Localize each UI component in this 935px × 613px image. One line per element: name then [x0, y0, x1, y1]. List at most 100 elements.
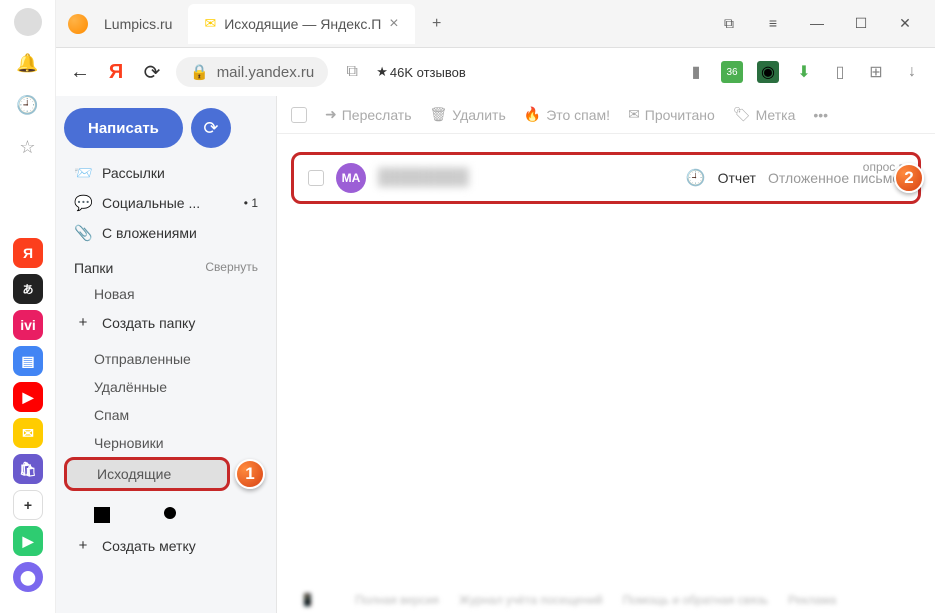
bell-icon[interactable]: 🔔 [13, 48, 43, 78]
callout-1: 1 [235, 459, 265, 489]
callout-2: 2 [894, 163, 924, 193]
tab-favicon-orange [68, 14, 88, 34]
browser-tab-bar: Lumpics.ru ✉ Исходящие — Яндекс.П × + ⧉ … [0, 0, 935, 48]
message-subject: Отчет [718, 170, 756, 186]
tabs-overview-icon[interactable]: ⧉ [719, 15, 739, 32]
yandex-app-icon[interactable]: Я [13, 238, 43, 268]
label-button[interactable]: 🏷Метка [733, 106, 796, 123]
social-icon: 💬 [74, 194, 92, 212]
sender-avatar: МА [336, 163, 366, 193]
close-window-icon[interactable]: ✕ [895, 15, 915, 32]
external-link-icon[interactable]: ⧉ [340, 63, 364, 81]
message-row[interactable]: МА ████████ 🕘 Отчет Отложенное письмо! 2 [291, 152, 921, 204]
menu-icon[interactable]: ≡ [763, 15, 783, 32]
footer-links: 📱Полная версияЖурнал учёта посещенийПомо… [300, 593, 915, 607]
star-filled-icon: ★ [376, 64, 388, 80]
reload-icon[interactable]: ⟳ [140, 60, 164, 85]
attachment-icon: 📎 [74, 224, 92, 242]
category-social[interactable]: 💬 Социальные ... • 1 [64, 188, 268, 218]
category-newsletters[interactable]: 📨 Рассылки [64, 158, 268, 188]
collapse-button[interactable]: Свернуть [205, 260, 258, 276]
ext-shield-icon[interactable]: ◉ [757, 61, 779, 83]
reviews-badge[interactable]: ★ 46K отзывов [376, 64, 466, 80]
create-folder-button[interactable]: + Создать папку [64, 308, 268, 337]
music-app-icon[interactable]: ▶ [13, 526, 43, 556]
clock-icon: 🕘 [686, 168, 706, 188]
maximize-icon[interactable]: ☐ [851, 15, 871, 32]
mail-favicon-icon: ✉ [204, 15, 216, 32]
forward-button[interactable]: ➜Переслать [325, 106, 412, 123]
compose-button[interactable]: Написать [64, 108, 183, 148]
docs-app-icon[interactable]: ▤ [13, 346, 43, 376]
more-button[interactable]: ••• [813, 107, 828, 123]
translate-app-icon[interactable]: あ [13, 274, 43, 304]
mail-sidebar: Написать ⟳ 📨 Рассылки 💬 Социальные ... •… [56, 96, 276, 613]
newsletter-icon: 📨 [74, 164, 92, 182]
url-text: mail.yandex.ru [217, 64, 315, 81]
spam-button[interactable]: 🔥Это спам! [524, 106, 610, 123]
create-label-button[interactable]: + Создать метку [64, 531, 268, 560]
category-label: С вложениями [102, 225, 197, 241]
category-label: Социальные ... [102, 195, 200, 211]
bookmark-icon[interactable]: ▮ [685, 61, 707, 83]
folder-drafts[interactable]: Черновики [64, 429, 268, 457]
folder-spam[interactable]: Спам [64, 401, 268, 429]
user-avatar[interactable] [14, 8, 42, 36]
delete-button[interactable]: 🗑Удалить [430, 106, 506, 123]
folder-outbox[interactable]: Исходящие 1 [64, 457, 230, 491]
refresh-button[interactable]: ⟳ [191, 108, 231, 148]
message-list-panel: ➜Переслать 🗑Удалить 🔥Это спам! ✉Прочитан… [276, 96, 935, 613]
address-bar: ← Я ⟳ 🔒 mail.yandex.ru ⧉ ★ 46K отзывов ▮… [56, 48, 935, 96]
star-icon[interactable]: ☆ [13, 132, 43, 162]
message-checkbox[interactable] [308, 170, 324, 186]
tab-title: Lumpics.ru [104, 16, 172, 32]
back-icon[interactable]: ← [68, 61, 92, 84]
url-field[interactable]: 🔒 mail.yandex.ru [176, 57, 328, 87]
alice-app-icon[interactable]: ⬤ [13, 562, 43, 592]
tab-title: Исходящие — Яндекс.П [224, 16, 381, 32]
envelope-icon: ✉ [628, 106, 640, 123]
shop-app-icon[interactable]: 🛍 [13, 454, 43, 484]
download-arrow-icon[interactable]: ⬇ [793, 61, 815, 83]
lock-icon: 🔒 [190, 63, 209, 81]
youtube-app-icon[interactable]: ▶ [13, 382, 43, 412]
folder-new[interactable]: Новая [64, 280, 268, 308]
unread-badge: • 1 [244, 196, 258, 210]
category-label: Рассылки [102, 165, 165, 181]
ext-book-icon[interactable]: ▯ [829, 61, 851, 83]
tab-lumpics[interactable]: Lumpics.ru [88, 4, 188, 44]
folders-heading: Папки [74, 260, 113, 276]
history-icon[interactable]: 🕘 [13, 90, 43, 120]
plus-icon: + [74, 537, 92, 554]
yandex-home-icon[interactable]: Я [104, 61, 128, 84]
mail-toolbar: ➜Переслать 🗑Удалить 🔥Это спам! ✉Прочитан… [277, 96, 935, 134]
close-tab-icon[interactable]: × [389, 15, 398, 33]
extensions-icon[interactable]: ⊞ [865, 61, 887, 83]
trash-icon: 🗑 [430, 106, 448, 123]
select-all-checkbox[interactable] [291, 107, 307, 123]
minimize-icon[interactable]: — [807, 15, 827, 32]
downloads-icon[interactable]: ↓ [901, 61, 923, 83]
category-attachments[interactable]: 📎 С вложениями [64, 218, 268, 248]
forward-icon: ➜ [325, 106, 337, 123]
fire-icon: 🔥 [524, 106, 541, 123]
app-launcher: Я あ ivi ▤ ▶ ✉ 🛍 + ▶ ⬤ [13, 238, 43, 592]
sender-name: ████████ [378, 169, 674, 187]
folder-deleted[interactable]: Удалённые [64, 373, 268, 401]
message-snippet: Отложенное письмо! [768, 170, 904, 186]
label-dot-icon[interactable] [164, 507, 176, 519]
new-tab-button[interactable]: + [423, 10, 451, 38]
plus-icon: + [74, 314, 92, 331]
ext-green-icon[interactable]: 36 [721, 61, 743, 83]
add-app-icon[interactable]: + [13, 490, 43, 520]
folder-sent[interactable]: Отправленные [64, 345, 268, 373]
label-square-icon[interactable] [94, 507, 110, 523]
read-button[interactable]: ✉Прочитано [628, 106, 715, 123]
tab-yandex-mail[interactable]: ✉ Исходящие — Яндекс.П × [188, 4, 414, 44]
mail-content: Написать ⟳ 📨 Рассылки 💬 Социальные ... •… [56, 96, 935, 613]
mail-app-icon[interactable]: ✉ [13, 418, 43, 448]
os-sidebar: 🔔 🕘 ☆ Я あ ivi ▤ ▶ ✉ 🛍 + ▶ ⬤ [0, 0, 56, 613]
ivi-app-icon[interactable]: ivi [13, 310, 43, 340]
tag-icon: 🏷 [733, 106, 751, 123]
labels-row [64, 499, 268, 531]
